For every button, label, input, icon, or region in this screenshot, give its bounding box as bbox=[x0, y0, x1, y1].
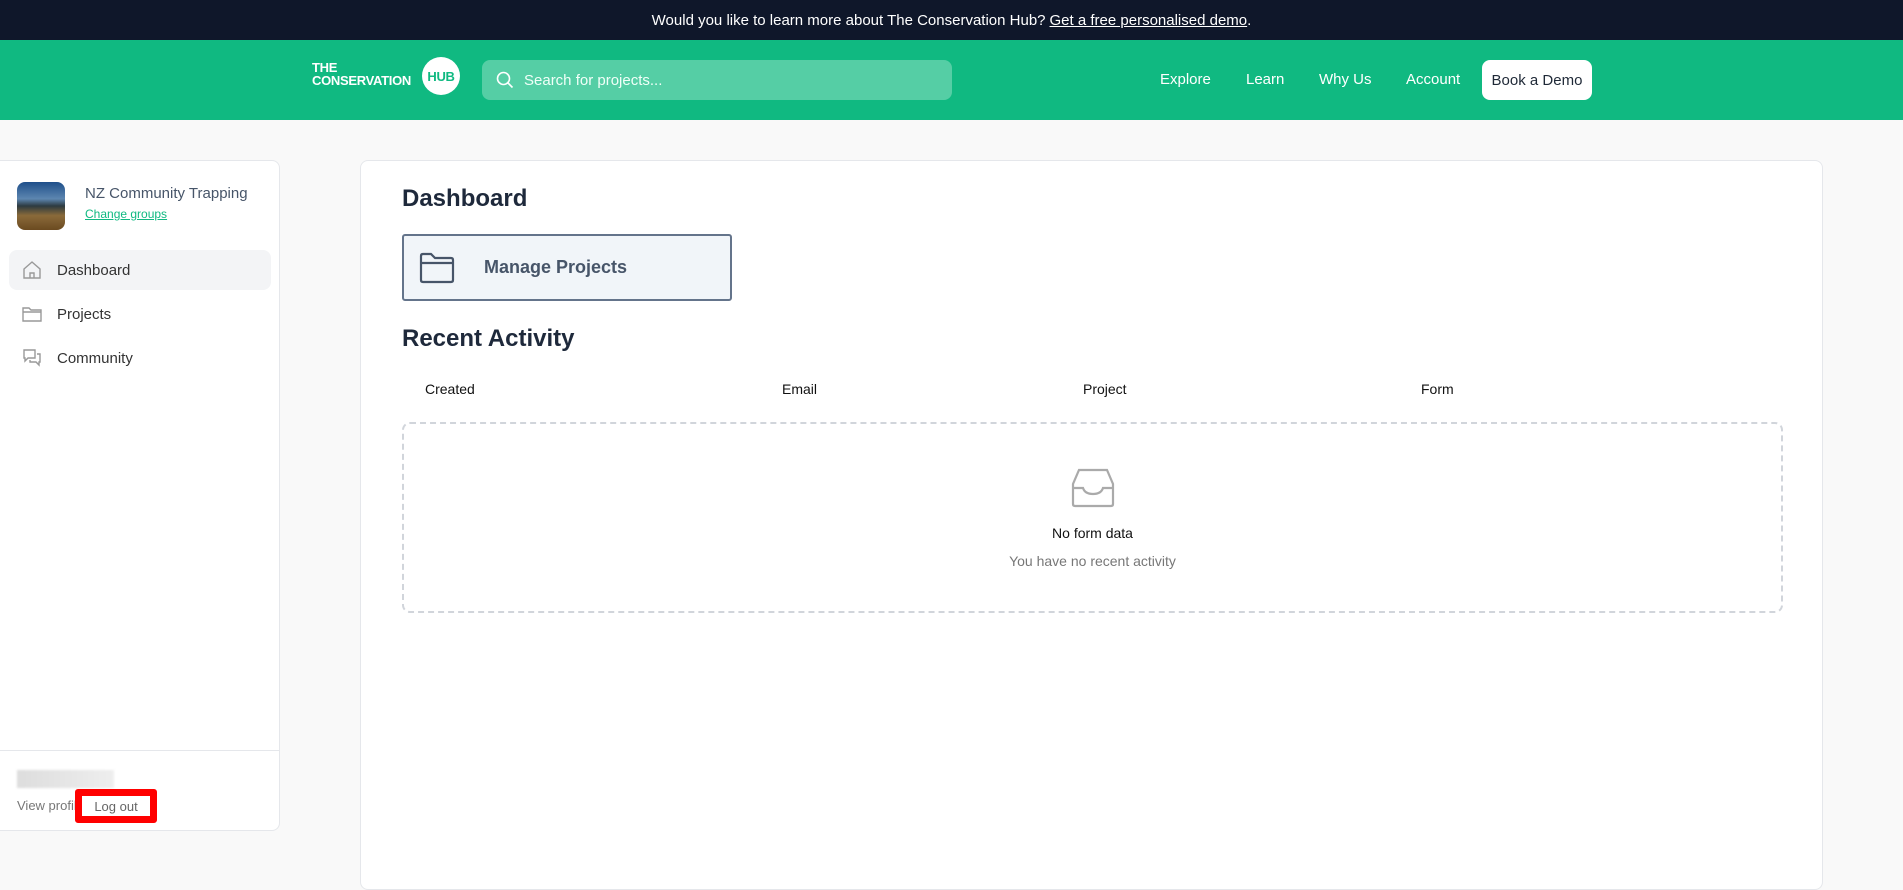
home-icon bbox=[23, 261, 41, 279]
logout-button[interactable]: Log out bbox=[75, 789, 157, 823]
column-form: Form bbox=[1421, 381, 1454, 397]
sidebar-item-community[interactable]: Community bbox=[9, 338, 271, 378]
sidebar-item-label: Community bbox=[57, 349, 133, 367]
recent-activity-title: Recent Activity bbox=[402, 325, 575, 352]
folder-icon bbox=[22, 307, 42, 322]
group-name: NZ Community Trapping bbox=[85, 185, 248, 202]
sidebar: NZ Community Trapping Change groups Dash… bbox=[0, 160, 280, 831]
group-avatar bbox=[17, 182, 65, 230]
logo-badge: HUB bbox=[422, 57, 460, 95]
search-icon bbox=[496, 71, 514, 89]
divider bbox=[0, 750, 279, 751]
logo-line2: CONSERVATION bbox=[312, 73, 411, 88]
banner-text: Would you like to learn more about The C… bbox=[651, 11, 1046, 29]
folder-icon bbox=[419, 252, 455, 283]
sidebar-item-label: Projects bbox=[57, 305, 112, 323]
manage-projects-label: Manage Projects bbox=[484, 257, 628, 277]
sidebar-item-dashboard[interactable]: Dashboard bbox=[9, 250, 271, 290]
change-groups-link[interactable]: Change groups bbox=[85, 207, 167, 221]
promo-banner: Would you like to learn more about The C… bbox=[0, 0, 1903, 40]
empty-subtitle: You have no recent activity bbox=[1009, 553, 1176, 569]
search-bar[interactable] bbox=[482, 60, 952, 100]
sidebar-item-label: Dashboard bbox=[57, 261, 131, 279]
banner-suffix: . bbox=[1247, 11, 1252, 29]
column-email: Email bbox=[782, 381, 818, 397]
book-demo-button[interactable]: Book a Demo bbox=[1482, 60, 1592, 100]
search-input[interactable] bbox=[524, 71, 924, 89]
user-name-blurred bbox=[17, 770, 114, 788]
top-nav: THE CONSERVATION HUB Explore Learn Why U… bbox=[0, 40, 1903, 120]
nav-explore[interactable]: Explore bbox=[1160, 71, 1211, 88]
sidebar-item-projects[interactable]: Projects bbox=[9, 294, 271, 334]
inbox-icon bbox=[1071, 468, 1114, 508]
manage-projects-button[interactable]: Manage Projects bbox=[402, 234, 732, 301]
view-profile-link[interactable]: View profile bbox=[17, 798, 79, 813]
chat-icon bbox=[23, 349, 41, 367]
main-card: Dashboard Manage Projects Recent Activit… bbox=[360, 160, 1823, 890]
nav-learn[interactable]: Learn bbox=[1246, 71, 1284, 88]
empty-title: No form data bbox=[1052, 525, 1133, 541]
column-created: Created bbox=[425, 381, 475, 397]
column-project: Project bbox=[1083, 381, 1127, 397]
demo-link[interactable]: Get a free personalised demo bbox=[1050, 12, 1248, 29]
nav-why-us[interactable]: Why Us bbox=[1319, 71, 1372, 88]
logo[interactable]: THE CONSERVATION HUB bbox=[312, 57, 460, 95]
empty-state: No form data You have no recent activity bbox=[402, 422, 1783, 613]
page-title: Dashboard bbox=[402, 185, 528, 212]
nav-account[interactable]: Account bbox=[1406, 71, 1460, 88]
